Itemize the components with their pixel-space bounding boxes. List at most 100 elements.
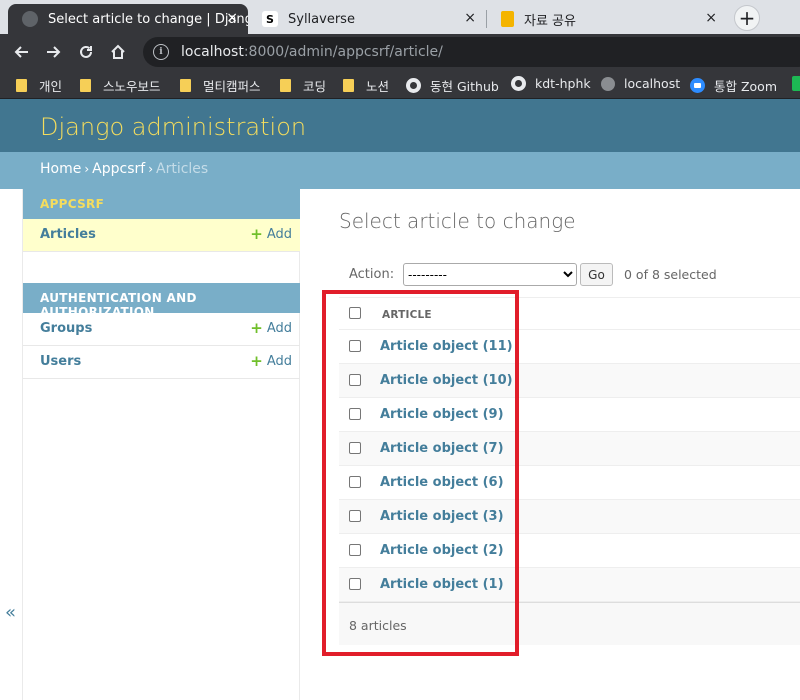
add-label: Add <box>266 227 292 242</box>
home-icon[interactable] <box>106 40 130 64</box>
bookmark-overflow[interactable] <box>792 76 800 91</box>
column-header-article[interactable]: ARTICLE <box>382 309 432 321</box>
action-select[interactable]: --------- <box>403 263 577 286</box>
notebook-icon <box>501 11 514 27</box>
bookmark-github-donghyun[interactable]: 동현 Github <box>406 76 499 95</box>
article-link[interactable]: Article object (2) <box>380 543 504 558</box>
folder-icon <box>343 79 354 92</box>
article-link[interactable]: Article object (3) <box>380 509 504 524</box>
reload-icon[interactable] <box>74 40 98 64</box>
site-branding[interactable]: Django administration <box>40 113 306 141</box>
admin-header: Django administration <box>0 99 800 152</box>
app-module-auth: AUTHENTICATION AND AUTHORIZATION Groups … <box>23 283 300 379</box>
add-articles-button[interactable]: + Add <box>250 225 292 243</box>
nav-sidebar: APPCSRF Articles + Add AUTHENTICATION AND… <box>22 189 300 700</box>
url-host: localhost <box>181 44 244 60</box>
row-checkbox[interactable] <box>349 442 361 454</box>
module-caption[interactable]: APPCSRF <box>23 189 300 219</box>
bookmark-label: 스노우보드 <box>103 79 161 94</box>
bookmark-personal[interactable]: 개인 <box>16 76 62 95</box>
plus-icon: + <box>250 319 263 337</box>
table-row: Article object (1) <box>339 568 800 602</box>
page-title: Select article to change <box>339 209 576 233</box>
s-logo-icon: S <box>262 11 278 27</box>
actions-bar: Action: --------- Go 0 of 8 selected <box>339 259 800 290</box>
tab-strip: Select article to change | Django × S Sy… <box>0 0 800 34</box>
tab-syllaverse[interactable]: S Syllaverse × <box>248 4 486 34</box>
close-icon[interactable]: × <box>705 10 717 26</box>
bookmark-coding[interactable]: 코딩 <box>280 76 326 95</box>
bookmark-kdt-hphk[interactable]: kdt-hphk <box>511 76 591 91</box>
back-icon[interactable] <box>9 40 33 64</box>
article-link[interactable]: Article object (10) <box>380 373 513 388</box>
globe-icon <box>22 11 38 27</box>
bookmarks-bar: 개인 스노우보드 멀티캠퍼스 코딩 노션 동현 Github kdt-hphk … <box>0 70 800 99</box>
bookmark-label: 개인 <box>39 79 63 94</box>
bookmark-label: localhost <box>624 76 681 91</box>
row-checkbox[interactable] <box>349 544 361 556</box>
article-link[interactable]: Article object (9) <box>380 407 504 422</box>
table-row: Article object (6) <box>339 466 800 500</box>
tab-title: Syllaverse <box>288 11 355 27</box>
table-row: Article object (11) <box>339 330 800 364</box>
model-link-groups[interactable]: Groups <box>40 321 92 336</box>
article-link[interactable]: Article object (11) <box>380 339 513 354</box>
tab-django-admin[interactable]: Select article to change | Django × <box>8 4 248 34</box>
tab-shared-files[interactable]: 자료 공유 × <box>487 4 727 34</box>
plus-icon: + <box>250 352 263 370</box>
new-tab-button[interactable]: + <box>734 5 760 31</box>
bookmark-snowboard[interactable]: 스노우보드 <box>80 76 161 95</box>
select-all-checkbox[interactable] <box>349 307 361 319</box>
model-link-users[interactable]: Users <box>40 354 81 369</box>
row-checkbox[interactable] <box>349 340 361 352</box>
info-icon[interactable]: i <box>153 44 169 60</box>
add-groups-button[interactable]: + Add <box>250 319 292 337</box>
breadcrumb-app[interactable]: Appcsrf <box>92 161 145 177</box>
bookmark-icon <box>792 76 800 91</box>
selection-counter: 0 of 8 selected <box>624 267 717 282</box>
table-row: Article object (3) <box>339 500 800 534</box>
breadcrumb-home[interactable]: Home <box>40 161 81 177</box>
add-label: Add <box>266 354 292 369</box>
add-label: Add <box>266 321 292 336</box>
article-link[interactable]: Article object (1) <box>380 577 504 592</box>
folder-icon <box>280 79 291 92</box>
github-icon <box>511 76 526 91</box>
sidebar-item-users: Users + Add <box>23 346 300 379</box>
bookmark-notion[interactable]: 노션 <box>343 76 389 95</box>
bookmark-localhost[interactable]: localhost <box>601 76 680 91</box>
bookmark-label: 노션 <box>366 79 390 94</box>
forward-icon[interactable] <box>42 40 66 64</box>
folder-icon <box>80 79 91 92</box>
close-icon[interactable]: × <box>464 10 476 26</box>
article-link[interactable]: Article object (7) <box>380 441 504 456</box>
go-button[interactable]: Go <box>580 263 613 286</box>
close-icon[interactable]: × <box>226 10 238 26</box>
sidebar-item-articles: Articles + Add <box>23 219 300 252</box>
row-checkbox[interactable] <box>349 408 361 420</box>
module-caption[interactable]: AUTHENTICATION AND AUTHORIZATION <box>23 283 300 319</box>
article-link[interactable]: Article object (6) <box>380 475 504 490</box>
table-row: Article object (9) <box>339 398 800 432</box>
bookmark-label: 동현 Github <box>430 79 499 94</box>
navigation-bar: i localhost:8000/admin/appcsrf/article/ <box>0 34 800 70</box>
model-link-articles[interactable]: Articles <box>40 227 96 242</box>
plus-icon: + <box>250 225 263 243</box>
row-checkbox[interactable] <box>349 510 361 522</box>
add-users-button[interactable]: + Add <box>250 352 292 370</box>
address-bar[interactable]: i localhost:8000/admin/appcsrf/article/ <box>143 37 800 67</box>
row-checkbox[interactable] <box>349 476 361 488</box>
table-row: Article object (2) <box>339 534 800 568</box>
result-list: ARTICLE Article object (11) Article obje… <box>339 297 800 645</box>
folder-icon <box>180 79 191 92</box>
tab-title: Select article to change | Django <box>48 11 248 27</box>
toggle-sidebar-button[interactable]: « <box>5 602 16 623</box>
breadcrumb-separator: › <box>148 162 153 176</box>
bookmark-label: 통합 Zoom <box>714 79 778 94</box>
row-checkbox[interactable] <box>349 578 361 590</box>
zoom-icon <box>690 78 705 93</box>
bookmark-zoom[interactable]: 통합 Zoom <box>690 76 777 95</box>
bookmark-multicampus[interactable]: 멀티캠퍼스 <box>180 76 261 95</box>
tab-title: 자료 공유 <box>524 13 576 29</box>
row-checkbox[interactable] <box>349 374 361 386</box>
